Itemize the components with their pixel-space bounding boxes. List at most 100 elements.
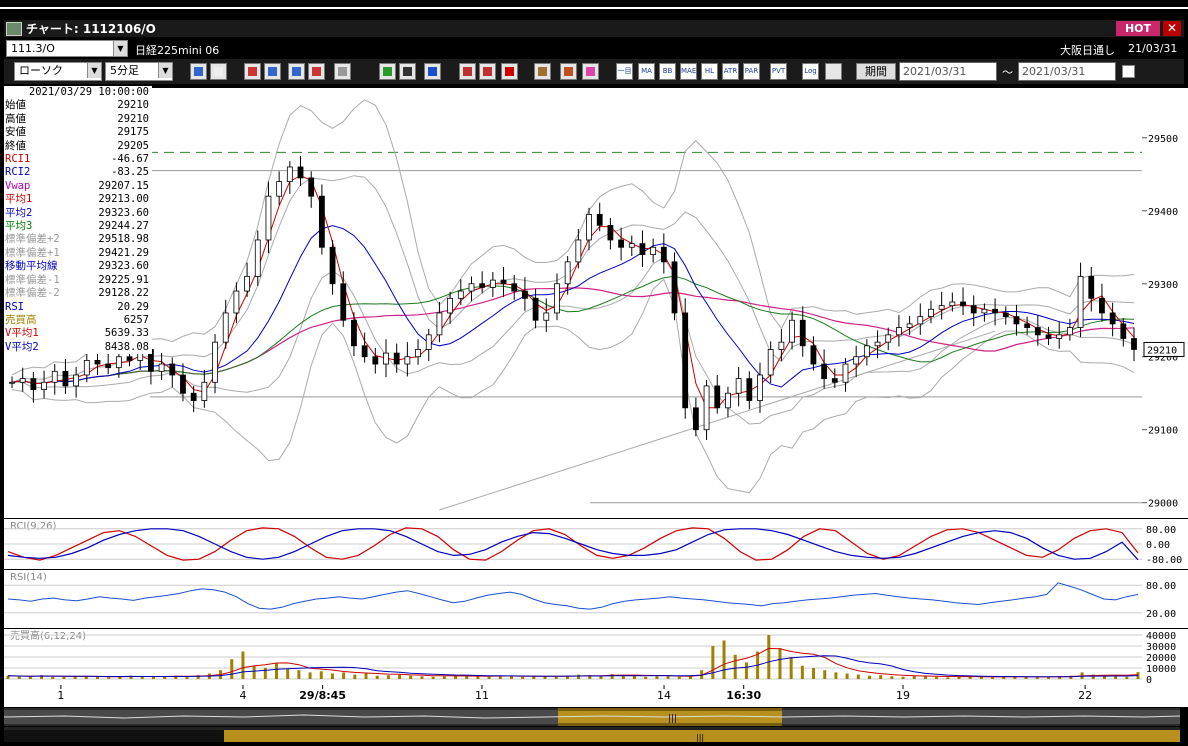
flag-icon[interactable] xyxy=(308,63,325,80)
title-bar[interactable]: チャート: 1112106/O HOT ✕ xyxy=(4,20,1184,37)
info-label: 平均1 xyxy=(5,193,33,206)
cursor-icon[interactable] xyxy=(399,63,416,80)
volume-bar xyxy=(834,672,838,679)
candle-body xyxy=(105,363,112,369)
interval-select[interactable]: 5分足 ▼ xyxy=(105,62,173,81)
info-label: 高値 xyxy=(5,112,26,125)
candle-body xyxy=(1077,276,1084,328)
price-tick-label: 29300 xyxy=(1148,280,1178,291)
candle-body xyxy=(874,341,881,347)
chart-type-select[interactable]: ローソク ▼ xyxy=(14,62,102,81)
candle-body xyxy=(190,392,197,401)
zoom-in-icon[interactable] xyxy=(264,63,281,80)
hot-button[interactable]: HOT xyxy=(1116,21,1160,36)
zoom-out-icon[interactable] xyxy=(288,63,305,80)
chevron-down-icon: ▼ xyxy=(87,63,101,78)
time-tick-label: 4 xyxy=(239,689,246,702)
session-label: 大阪日通し xyxy=(1060,44,1115,57)
info-label: 標準偏差+2 xyxy=(5,233,60,246)
candle-body xyxy=(19,378,26,383)
price-tick-label: 29000 xyxy=(1148,499,1178,510)
info-value: 8438.08 xyxy=(104,340,149,353)
volume-bar xyxy=(879,675,883,679)
date-from-field[interactable]: 2021/03/31 xyxy=(899,62,997,81)
candle-body xyxy=(1088,276,1095,299)
info-label: 始値 xyxy=(5,99,26,112)
candle-body xyxy=(393,352,400,365)
chart-area[interactable]: 29000291002920029300294002950029210RCI(9… xyxy=(0,84,1188,708)
symbol-select[interactable]: 111.3/O ▼ xyxy=(6,40,128,57)
volume-bar xyxy=(319,671,323,679)
candle-body xyxy=(789,319,795,343)
candle-body xyxy=(917,316,924,325)
volume-bar xyxy=(252,665,256,679)
volume-bar xyxy=(353,674,357,679)
window-title: チャート: 1112106/O xyxy=(26,22,156,36)
indicator-button[interactable]: MA xyxy=(638,63,655,80)
arrow-down-icon[interactable] xyxy=(244,63,261,80)
info-row: 高値 29210 xyxy=(4,113,152,126)
log-button[interactable]: Log xyxy=(802,63,819,80)
info-label: 標準偏差-1 xyxy=(5,273,60,286)
indicator-button[interactable]: BB xyxy=(659,63,676,80)
grid-icon[interactable] xyxy=(534,63,551,80)
indicator-button[interactable]: PAR xyxy=(743,63,760,80)
crosshair-icon[interactable] xyxy=(210,63,227,80)
candle-icon[interactable] xyxy=(459,63,476,80)
period-button[interactable]: 期間 xyxy=(856,63,896,80)
candle-body xyxy=(286,166,293,182)
indicator-button[interactable]: PVT xyxy=(770,63,787,80)
info-label: 終値 xyxy=(5,139,26,152)
panel-tick-label: 40000 xyxy=(1146,631,1176,642)
candle-body xyxy=(425,334,432,350)
volume-bar xyxy=(263,668,267,679)
candle-body xyxy=(1120,323,1127,339)
date-separator: 〜 xyxy=(1002,66,1013,79)
period-checkbox[interactable] xyxy=(1122,65,1135,78)
volume-bar xyxy=(722,640,726,679)
info-value: 29213.00 xyxy=(98,193,149,206)
info-label: V平均2 xyxy=(5,340,39,353)
cursor-tool-icon[interactable] xyxy=(825,63,842,80)
candle-body xyxy=(180,374,186,394)
indicator-button[interactable]: HL xyxy=(701,63,718,80)
palette-icon[interactable] xyxy=(582,63,599,80)
undo-icon[interactable] xyxy=(424,63,441,80)
candle-body xyxy=(51,370,58,383)
info-row: RCI1 -46.67 xyxy=(4,153,152,166)
close-icon[interactable]: ✕ xyxy=(1163,21,1181,36)
candle-body xyxy=(1013,316,1020,325)
trash-icon[interactable] xyxy=(334,63,351,80)
candle-body xyxy=(489,279,496,288)
indicator-button[interactable]: 一目 xyxy=(616,63,633,80)
chart-type-value: ローソク xyxy=(19,64,63,77)
volume-bar xyxy=(73,676,77,679)
volume-bar xyxy=(867,675,871,679)
header-date: 21/03/31 xyxy=(1128,42,1178,55)
volume-bar xyxy=(476,676,480,679)
volume-bar xyxy=(487,676,491,679)
candle-body xyxy=(586,214,592,241)
candle-body xyxy=(265,195,272,241)
all-icon[interactable] xyxy=(501,63,518,80)
pen-icon[interactable] xyxy=(379,63,396,80)
range-scrollbar[interactable]: ||| xyxy=(4,727,1180,742)
indicator-button[interactable]: MAE xyxy=(680,63,697,80)
date-to-field[interactable]: 2021/03/31 xyxy=(1018,62,1116,81)
candle-body xyxy=(41,381,47,390)
candle-alt-icon[interactable] xyxy=(479,63,496,80)
candle-body xyxy=(340,283,347,321)
volume-bar xyxy=(442,676,446,679)
candle-body xyxy=(254,239,261,277)
chart-scrollbar[interactable]: ||| xyxy=(3,708,1181,726)
search-icon[interactable] xyxy=(190,63,207,80)
info-row: V平均1 5639.33 xyxy=(4,327,152,340)
candle-body xyxy=(660,246,667,263)
volume-bar xyxy=(230,659,234,679)
indicator-button[interactable]: ATR xyxy=(722,63,739,80)
wrench-icon[interactable] xyxy=(560,63,577,80)
candle-body xyxy=(1066,327,1073,336)
candle-body xyxy=(821,363,828,380)
candle-body xyxy=(735,378,742,394)
svg-text:|||: ||| xyxy=(668,714,677,724)
